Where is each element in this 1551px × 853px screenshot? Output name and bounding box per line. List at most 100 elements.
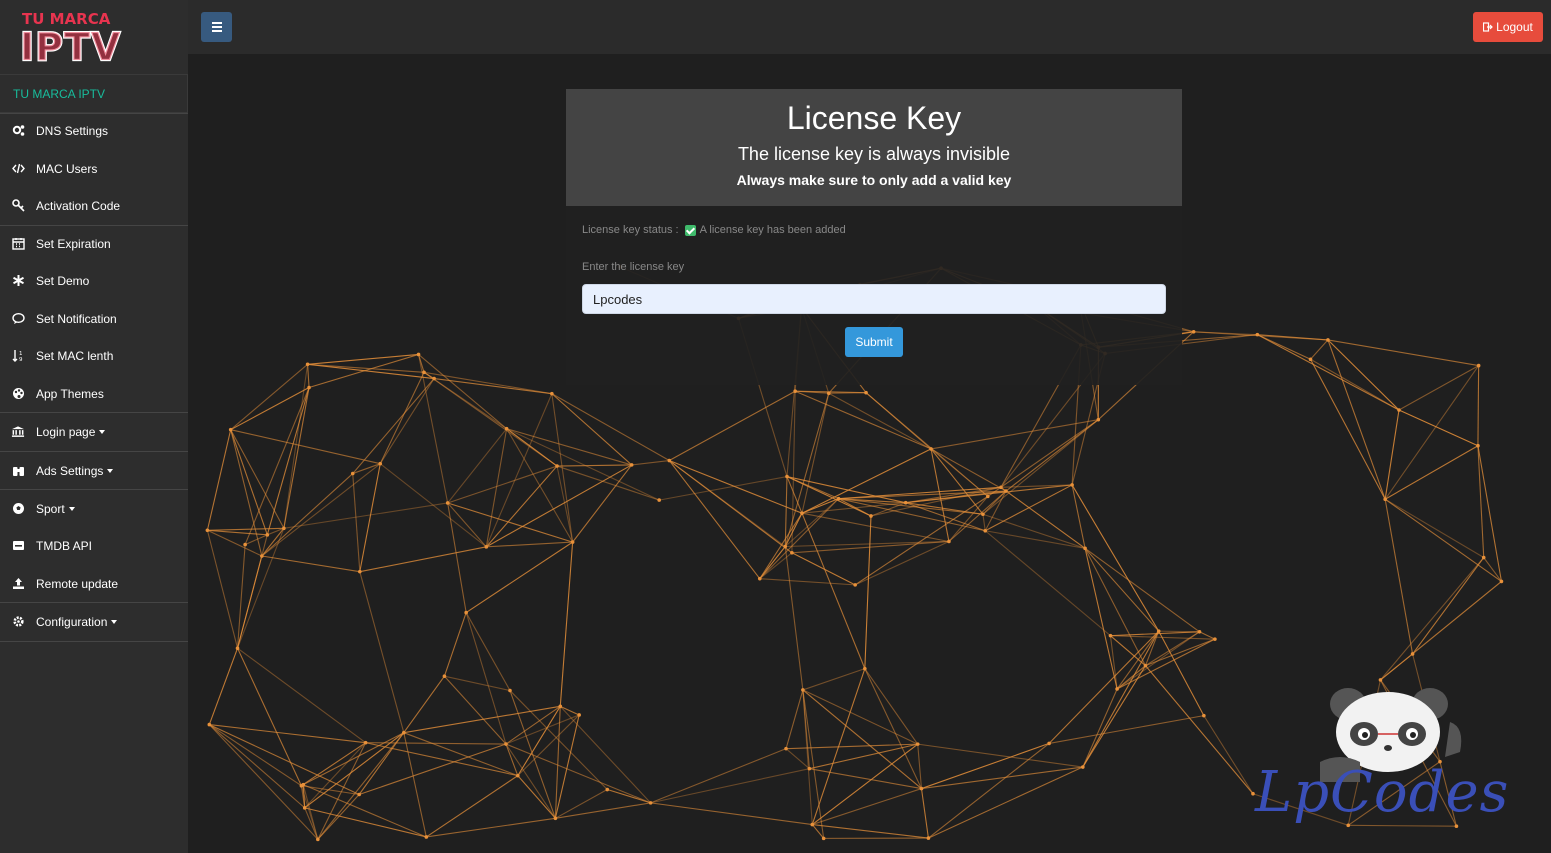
network-node (305, 362, 310, 367)
checkbox-checked-icon (684, 224, 696, 236)
network-node (553, 816, 558, 821)
network-node (316, 837, 320, 842)
network-node (1191, 329, 1196, 334)
menu-toggle-button[interactable] (201, 12, 232, 42)
network-node (307, 385, 311, 390)
sidebar-item-label: Remote update (36, 577, 119, 591)
network-node (915, 742, 920, 746)
network-line (403, 732, 427, 838)
license-subtitle: The license key is always invisible (737, 144, 1011, 164)
network-line (1082, 665, 1146, 768)
network-node (378, 461, 383, 466)
network-line (759, 578, 856, 586)
network-line (802, 689, 918, 745)
sidebar-item-label: Sport (36, 502, 75, 516)
network-line (784, 546, 804, 690)
sidebar-item-activation-code[interactable]: Activation Code (0, 187, 188, 224)
network-node (853, 583, 857, 587)
network-line (1380, 580, 1502, 681)
network-line (230, 429, 381, 465)
network-node (783, 544, 788, 549)
sidebar-item-configuration[interactable]: Configuration (0, 603, 188, 640)
sidebar-item-mac-users[interactable]: MAC Users (0, 150, 188, 187)
network-node (929, 447, 933, 451)
network-line (1384, 499, 1414, 655)
sidebar-item-set-expiration[interactable]: Set Expiration (0, 225, 188, 262)
sidebar-item-tmdb-api[interactable]: TMDB API (0, 527, 188, 564)
svg-text:IPTV: IPTV (20, 25, 121, 69)
network-line (1116, 630, 1160, 690)
network-line (785, 540, 949, 548)
network-line (443, 612, 467, 677)
network-line (1398, 365, 1479, 411)
license-key-input[interactable] (582, 284, 1166, 314)
network-line (812, 788, 922, 826)
sidebar-item-ads-settings[interactable]: Ads Settings (0, 452, 188, 489)
sidebar-item-label: Set Demo (36, 274, 90, 288)
network-node (926, 836, 931, 840)
network-node (555, 464, 559, 468)
network-line (1145, 665, 1254, 795)
network-line (1384, 498, 1502, 582)
sidebar-item-login-page[interactable]: Login page (0, 413, 188, 450)
network-line (230, 387, 310, 431)
sidebar-item-app-themes[interactable]: App Themes (0, 375, 188, 412)
network-line (517, 706, 561, 776)
network-node (504, 742, 508, 746)
network-line (982, 513, 1086, 549)
brand-logo[interactable]: TU MARCA IPTV IPTV (0, 0, 188, 74)
network-node (550, 391, 554, 396)
sidebar-item-set-notification[interactable]: Set Notification (0, 300, 188, 337)
sidebar-brand-row[interactable]: TU MARCA IPTV (0, 74, 188, 113)
sidebar-item-dns-settings[interactable]: DNS Settings (0, 112, 188, 149)
network-line (317, 794, 360, 840)
license-status: License key status : A license key has b… (582, 224, 846, 236)
sidebar-item-remote-update[interactable]: Remote update (0, 565, 188, 602)
sidebar-item-label: App Themes (36, 387, 104, 401)
network-node (577, 713, 581, 717)
network-line (905, 502, 986, 532)
sidebar-item-label: Set Expiration (36, 237, 111, 251)
network-line (982, 514, 986, 531)
network-line (517, 714, 580, 777)
network-line (208, 724, 306, 809)
network-line (207, 527, 284, 531)
network-line (261, 463, 381, 557)
sidebar-item-label: Ads Settings (36, 464, 113, 478)
network-node (903, 500, 908, 505)
network-line (423, 371, 558, 467)
network-line (237, 647, 366, 744)
network-line (802, 689, 825, 839)
network-line (1000, 486, 1086, 549)
network-line (920, 788, 929, 839)
network-line (1071, 484, 1086, 549)
network-line (465, 612, 511, 691)
network-line (266, 387, 310, 535)
network-line (509, 690, 608, 790)
network-node (919, 786, 924, 791)
network-node (1115, 687, 1119, 691)
calendar-icon (11, 236, 25, 250)
window-icon (11, 538, 25, 552)
sidebar-item-set-mac-lenth[interactable]: 1 9 Set MAC lenth (0, 337, 188, 374)
network-line (984, 530, 1111, 637)
network-line (307, 364, 310, 388)
network-line (283, 502, 448, 529)
sidebar-item-sport[interactable]: Sport (0, 490, 188, 527)
upload-icon (11, 576, 25, 590)
sidebar-item-set-demo[interactable]: Set Demo (0, 262, 188, 299)
network-node (869, 514, 873, 518)
network-node (358, 569, 362, 574)
submit-button[interactable]: Submit (845, 327, 903, 357)
logout-button[interactable]: Logout (1473, 12, 1543, 42)
network-node (205, 528, 210, 533)
network-node (1383, 497, 1387, 502)
network-line (447, 428, 508, 504)
network-line (791, 552, 856, 586)
network-node (207, 722, 212, 727)
network-line (921, 742, 1050, 790)
network-node (299, 783, 304, 788)
network-node (424, 835, 429, 839)
network-node (442, 674, 447, 679)
network-node (1108, 633, 1113, 638)
